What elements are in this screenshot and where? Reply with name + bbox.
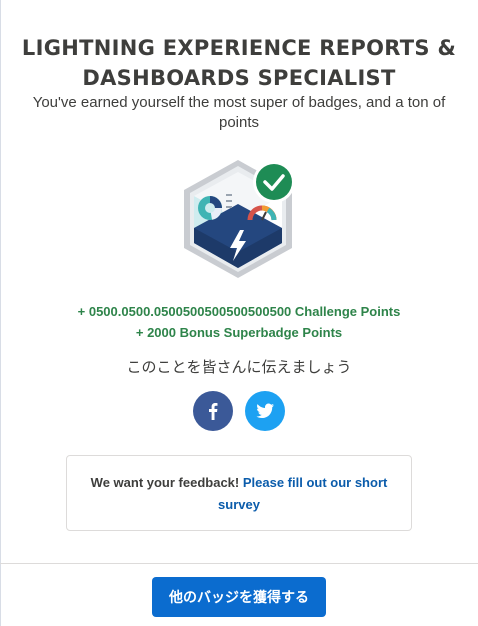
challenge-points: + 0500.0500.0500500500500500500 Challeng… bbox=[77, 304, 401, 319]
points-summary: + 0500.0500.0500500500500500500 Challeng… bbox=[0, 301, 478, 343]
badge-subtitle: You've earned yourself the most super of… bbox=[32, 94, 446, 131]
badge-title-line2: DASHBOARDS SPECIALIST bbox=[82, 66, 396, 90]
earn-more-badges-button[interactable]: 他のバッジを獲得する bbox=[152, 577, 326, 617]
bonus-points: + 2000 Bonus Superbadge Points bbox=[135, 325, 343, 340]
superbadge-reports-dashboards-icon bbox=[182, 158, 298, 280]
badge-title-line1: LIGHTNING EXPERIENCE REPORTS & bbox=[21, 36, 457, 60]
facebook-share-button[interactable] bbox=[193, 391, 233, 431]
facebook-icon bbox=[209, 403, 218, 420]
badge-earned-modal: LIGHTNING EXPERIENCE REPORTS & DASHBOARD… bbox=[0, 0, 478, 626]
share-prompt: このことを皆さんに伝えましょう bbox=[126, 359, 352, 376]
twitter-icon bbox=[256, 403, 274, 419]
modal-footer: 他のバッジを獲得する bbox=[0, 563, 478, 626]
badge-title: LIGHTNING EXPERIENCE REPORTS & DASHBOARD… bbox=[20, 33, 458, 93]
modal-content: LIGHTNING EXPERIENCE REPORTS & DASHBOARD… bbox=[0, 0, 478, 563]
checkmark-icon bbox=[256, 164, 292, 200]
twitter-share-button[interactable] bbox=[245, 391, 285, 431]
survey-link[interactable]: Please fill out our short survey bbox=[218, 475, 387, 512]
social-share-buttons bbox=[193, 391, 285, 431]
feedback-box: We want your feedback! Please fill out o… bbox=[66, 455, 412, 531]
feedback-prefix: We want your feedback! bbox=[90, 475, 240, 490]
